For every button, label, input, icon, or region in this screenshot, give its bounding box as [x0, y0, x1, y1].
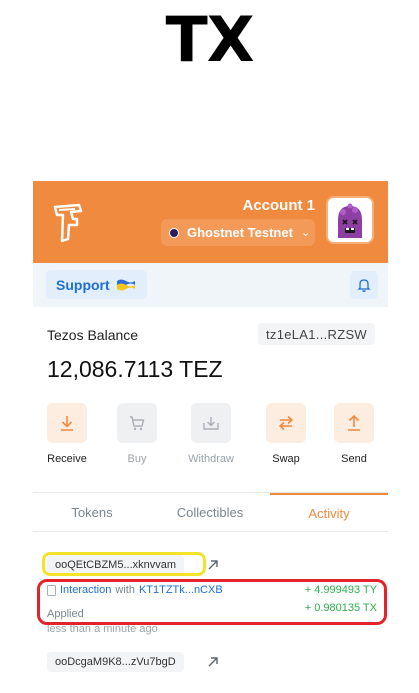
temple-logo-icon — [53, 203, 83, 243]
balance-label: Tezos Balance — [47, 327, 139, 343]
send-action[interactable]: Send — [324, 403, 384, 465]
chevron-down-icon: ⌄ — [300, 227, 311, 239]
withdraw-label: Withdraw — [188, 453, 234, 465]
bell-icon — [357, 279, 371, 292]
support-bar: Support — [33, 263, 388, 307]
download-icon — [61, 416, 73, 431]
swap-action[interactable]: Swap — [256, 403, 316, 465]
swap-icon — [278, 415, 294, 431]
swap-button[interactable] — [266, 403, 306, 443]
send-label: Send — [341, 453, 367, 465]
page-title: TX — [165, 3, 254, 76]
buy-action[interactable]: Buy — [107, 403, 167, 465]
account-name[interactable]: Account 1 — [242, 197, 315, 214]
swap-label: Swap — [272, 453, 300, 465]
withdraw-button[interactable] — [191, 403, 231, 443]
balance-value: 12,086.7113 TEZ — [47, 356, 223, 382]
send-button[interactable] — [334, 403, 374, 443]
receive-button[interactable] — [47, 403, 87, 443]
receive-action[interactable]: Receive — [37, 403, 97, 465]
ukraine-flag-icon — [116, 279, 135, 290]
highlight-yellow-box — [42, 552, 206, 576]
avatar-monster-icon — [328, 198, 372, 242]
network-dot-icon — [169, 227, 179, 238]
wallet-panel: Account 1 Ghostnet Testnet ⌄ Support Tez… — [33, 181, 388, 693]
tab-bar: Tokens Collectibles Activity — [33, 492, 388, 532]
account-avatar[interactable] — [326, 196, 374, 244]
action-buttons: Receive Buy Withdraw Swap Send — [33, 403, 388, 473]
withdraw-action[interactable]: Withdraw — [181, 403, 241, 465]
notifications-button[interactable] — [350, 271, 378, 299]
support-label: Support — [56, 276, 110, 293]
wallet-header: Account 1 Ghostnet Testnet ⌄ — [33, 181, 388, 263]
support-button[interactable]: Support — [46, 270, 147, 299]
buy-button[interactable] — [117, 403, 157, 443]
tab-tokens[interactable]: Tokens — [33, 493, 151, 532]
operation-hash[interactable]: ooDcgaM9K8...zVu7bgD — [47, 652, 184, 672]
receive-label: Receive — [47, 453, 87, 465]
upload-icon — [348, 414, 360, 431]
tab-activity[interactable]: Activity — [270, 493, 388, 532]
network-selector[interactable]: Ghostnet Testnet ⌄ — [161, 219, 315, 246]
external-link-icon[interactable] — [206, 558, 220, 572]
tab-collectibles[interactable]: Collectibles — [151, 493, 269, 532]
withdraw-icon — [203, 417, 219, 430]
network-label: Ghostnet Testnet — [187, 225, 293, 240]
highlight-red-box — [37, 579, 387, 625]
external-link-icon[interactable] — [206, 655, 220, 669]
cart-icon — [130, 416, 145, 431]
account-address[interactable]: tz1eLA1...RZSW — [257, 323, 375, 345]
buy-label: Buy — [127, 453, 147, 465]
